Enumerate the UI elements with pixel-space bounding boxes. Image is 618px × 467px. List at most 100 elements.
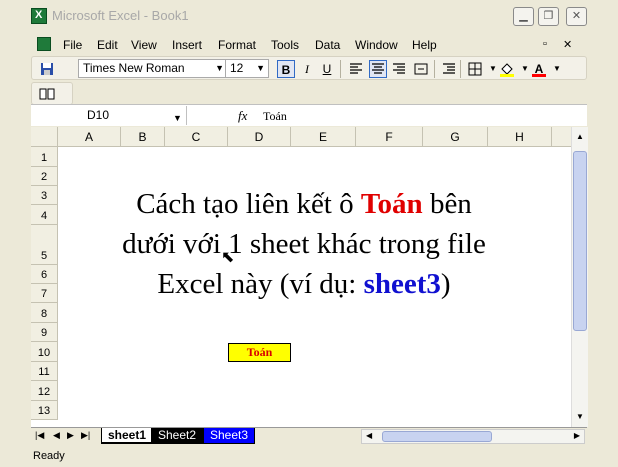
tab-sheet3[interactable]: Sheet3 [203, 428, 256, 444]
scroll-left-icon[interactable]: ◀ [366, 431, 372, 440]
reading-toolbar [31, 82, 73, 105]
chevron-down-icon: ▼ [215, 63, 224, 73]
formula-bar: D10 ▼ fx Toán [31, 104, 587, 126]
underline-button[interactable]: U [318, 60, 336, 78]
status-bar: Ready [31, 447, 587, 465]
fill-color-icon[interactable] [498, 60, 516, 78]
sheet-tab-bar: |◀ ◀ ▶ ▶| sheet1 Sheet2 Sheet3 ◀ ▶ [31, 427, 587, 445]
text-cursor-icon: ⬉ [221, 249, 235, 266]
menu-window[interactable]: Window [355, 38, 398, 52]
select-all-corner[interactable] [31, 127, 58, 147]
row-header-6[interactable]: 6 [31, 265, 58, 284]
restore-button[interactable]: ❐ [538, 7, 559, 26]
italic-button[interactable]: I [298, 60, 316, 78]
menu-edit[interactable]: Edit [97, 38, 118, 52]
window-title: Microsoft Excel - Book1 [52, 8, 189, 23]
horizontal-scroll-thumb[interactable] [382, 431, 492, 442]
toolbar-separator [434, 60, 435, 78]
menu-insert[interactable]: Insert [172, 38, 202, 52]
next-sheet-icon[interactable]: ▶ [67, 430, 74, 441]
vertical-scrollbar[interactable]: ▲ ▼ [571, 127, 588, 427]
borders-icon[interactable] [466, 60, 484, 78]
row-header-11[interactable]: 11 [31, 362, 58, 381]
toolbar-separator [460, 60, 461, 78]
prev-sheet-icon[interactable]: ◀ [53, 430, 60, 441]
vertical-scroll-thumb[interactable] [573, 151, 587, 331]
align-right-icon[interactable] [390, 60, 408, 78]
menu-format[interactable]: Format [218, 38, 256, 52]
chevron-down-icon[interactable]: ▼ [548, 60, 566, 78]
instruction-line-2: dưới với 1 sheet khác trong file [122, 228, 486, 260]
excel-window: Microsoft Excel - Book1 ▁ ❐ ✕ File Edit … [0, 0, 618, 467]
col-header-h[interactable]: H [488, 127, 552, 147]
col-header-c[interactable]: C [165, 127, 228, 147]
tab-sheet2[interactable]: Sheet2 [151, 428, 204, 444]
scroll-right-icon[interactable]: ▶ [574, 431, 580, 440]
close-button[interactable]: ✕ [566, 7, 587, 26]
row-header-1[interactable]: 1 [31, 147, 58, 167]
instruction-line-1: Cách tạo liên kết ô Toán bên [136, 188, 472, 220]
workbook-close-button[interactable]: ✕ [563, 38, 572, 51]
workbook-restore-button[interactable]: ▫ [543, 38, 547, 50]
row-header-4[interactable]: 4 [31, 205, 58, 225]
workbook-icon[interactable] [37, 37, 51, 51]
worksheet-grid[interactable]: A B C D E F G H 1 2 3 4 5 6 7 8 9 10 11 … [31, 127, 587, 427]
menu-tools[interactable]: Tools [271, 38, 299, 52]
scroll-up-icon[interactable]: ▲ [572, 129, 588, 145]
chevron-down-icon: ▼ [173, 113, 182, 123]
instruction-text: Cách tạo liên kết ô Toán bên dưới với 1 … [59, 184, 549, 304]
formula-input[interactable]: Toán [263, 109, 287, 124]
font-name-value: Times New Roman [83, 61, 185, 75]
horizontal-scrollbar[interactable]: ◀ ▶ [361, 429, 585, 444]
align-left-icon[interactable] [347, 60, 365, 78]
first-sheet-icon[interactable]: |◀ [35, 430, 44, 441]
col-header-d[interactable]: D [228, 127, 291, 147]
row-header-12[interactable]: 12 [31, 381, 58, 401]
col-header-b[interactable]: B [121, 127, 165, 147]
font-name-select[interactable]: Times New Roman ▼ [78, 59, 228, 78]
instruction-line-3: Excel này (ví dụ: sheet3) [157, 268, 451, 300]
row-header-3[interactable]: 3 [31, 186, 58, 205]
font-color-swatch [532, 74, 546, 77]
menu-data[interactable]: Data [315, 38, 340, 52]
row-header-9[interactable]: 9 [31, 323, 58, 342]
highlight-sheet3: sheet3 [363, 268, 441, 300]
row-header-7[interactable]: 7 [31, 284, 58, 303]
row-header-8[interactable]: 8 [31, 303, 58, 323]
font-color-button[interactable]: A [530, 60, 548, 78]
scroll-down-icon[interactable]: ▼ [572, 409, 588, 425]
indent-icon[interactable] [440, 60, 458, 78]
formatting-toolbar: Times New Roman ▼ 12 ▼ B I U ▼ ▼ A ▼ [31, 56, 587, 80]
cell-d10[interactable]: Toán [228, 343, 291, 362]
insert-function-icon[interactable]: fx [238, 108, 247, 124]
tab-sheet1[interactable]: sheet1 [101, 428, 154, 444]
col-header-g[interactable]: G [423, 127, 488, 147]
highlight-toan: Toán [360, 188, 423, 220]
align-center-icon[interactable] [369, 60, 387, 78]
col-header-f[interactable]: F [356, 127, 423, 147]
merge-center-icon[interactable] [412, 60, 430, 78]
col-header-e[interactable]: E [291, 127, 356, 147]
save-icon[interactable] [38, 60, 56, 78]
name-box-value: D10 [87, 108, 110, 122]
last-sheet-icon[interactable]: ▶| [81, 430, 90, 441]
menu-view[interactable]: View [131, 38, 157, 52]
toolbar-separator [340, 60, 341, 78]
title-bar[interactable]: Microsoft Excel - Book1 ▁ ❐ ✕ [0, 0, 618, 32]
book-icon[interactable] [38, 85, 56, 103]
font-size-value: 12 [230, 61, 244, 75]
minimize-button[interactable]: ▁ [513, 7, 534, 26]
font-size-select[interactable]: 12 ▼ [225, 59, 269, 78]
excel-app-icon[interactable] [31, 8, 47, 24]
col-header-a[interactable]: A [58, 127, 121, 147]
menu-file[interactable]: File [63, 38, 82, 52]
row-header-13[interactable]: 13 [31, 401, 58, 420]
row-header-5[interactable]: 5 [31, 225, 58, 265]
status-text: Ready [33, 450, 65, 462]
row-header-10[interactable]: 10 [31, 342, 58, 362]
row-header-2[interactable]: 2 [31, 167, 58, 186]
menu-bar: File Edit View Insert Format Tools Data … [31, 34, 587, 56]
menu-help[interactable]: Help [412, 38, 437, 52]
bold-button[interactable]: B [277, 60, 295, 78]
name-box[interactable]: D10 ▼ [31, 106, 187, 125]
